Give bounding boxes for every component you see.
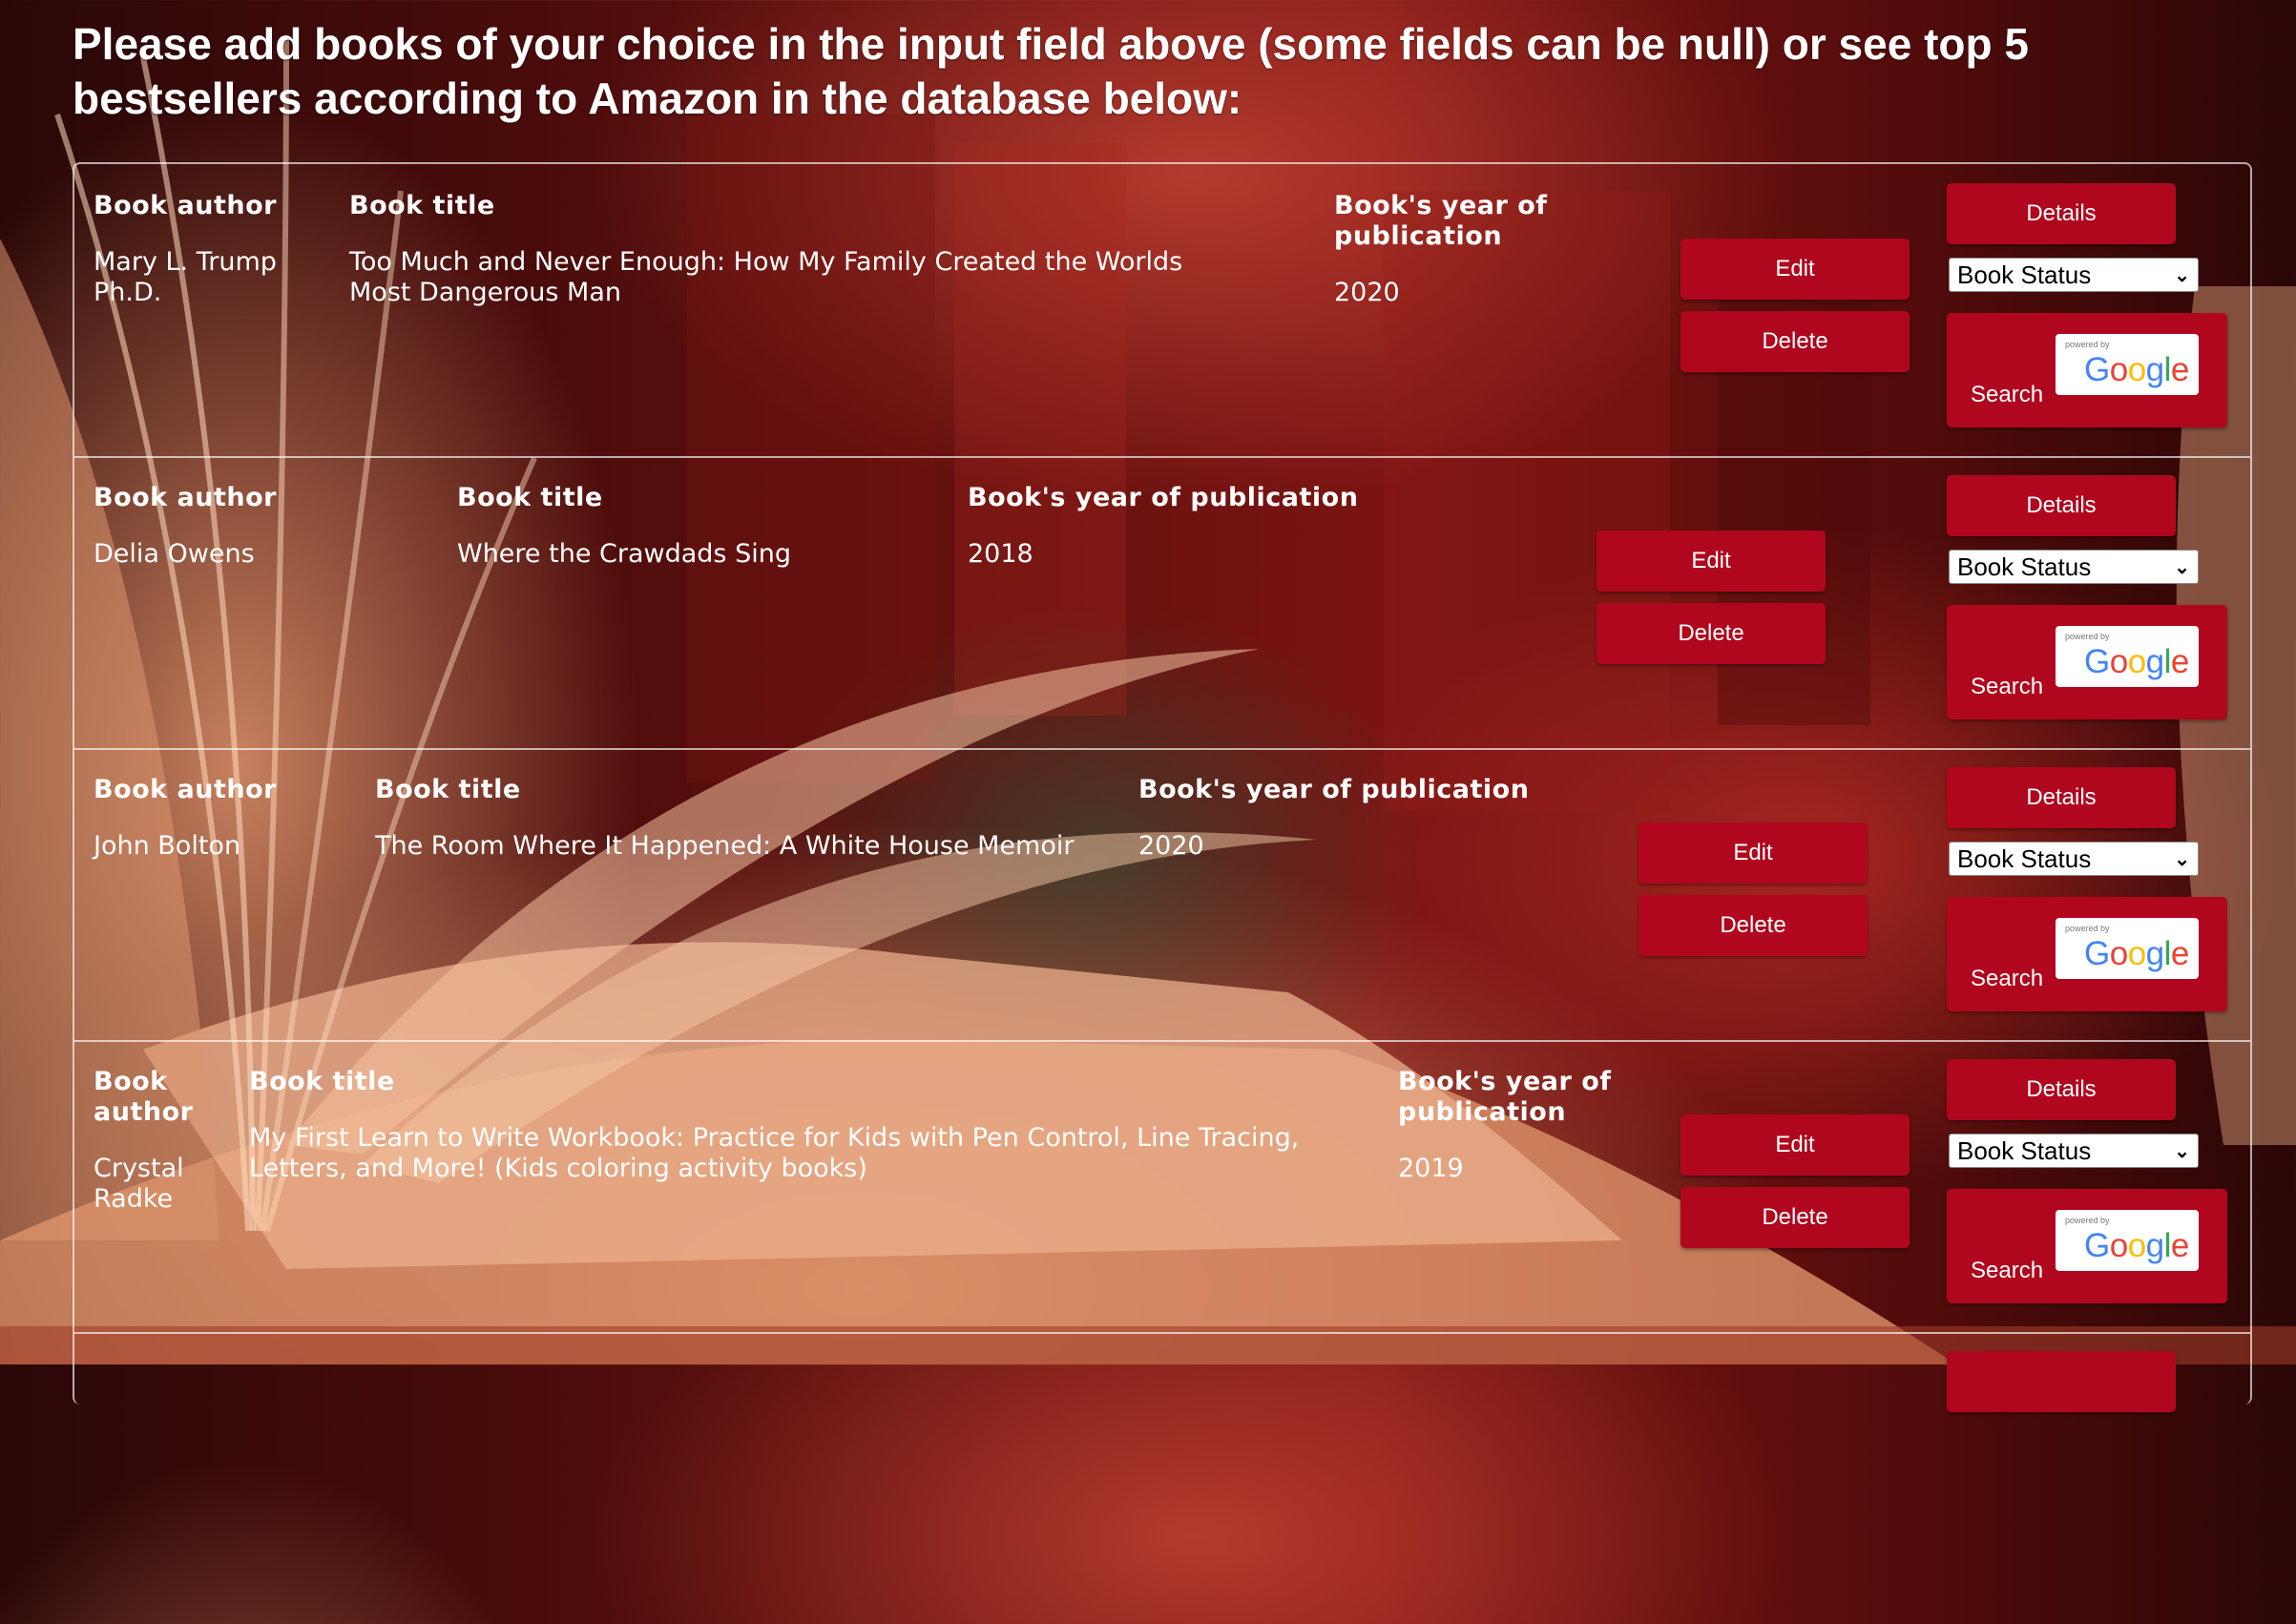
book-row: Book author Delia Owens Book title Where… [74,456,2250,750]
book-status-select[interactable]: Book Status ⌄ [1949,1134,2199,1168]
title-value: Too Much and Never Enough: How My Family… [349,247,1183,307]
book-row [74,1332,2250,1624]
powered-by-label: powered by [2065,1216,2110,1225]
title-value: My First Learn to Write Workbook: Practi… [249,1123,1300,1183]
author-header: Book author [94,1067,194,1127]
title-header: Book title [349,191,495,220]
delete-button[interactable]: Delete [1639,895,1868,956]
author-cell: Book author John Bolton [94,775,361,862]
google-logo-icon: powered by Google [2056,1210,2199,1271]
google-logo-icon: powered by Google [2056,334,2199,395]
author-cell: Book author Crystal Radke [94,1067,194,1215]
book-status-select[interactable]: Book Status ⌄ [1949,842,2199,876]
title-cell: Book title My First Learn to Write Workb… [249,1067,1337,1184]
book-status-value: Book Status [1957,260,2092,289]
delete-button[interactable]: Delete [1680,1187,1910,1248]
details-button[interactable]: Details [1947,183,2176,244]
title-value: The Room Where It Happened: A White Hous… [375,831,1075,861]
powered-by-label: powered by [2065,632,2110,641]
year-cell: Book's year of publication 2020 [1334,191,1563,308]
book-table: Book author Mary L. Trump Ph.D. Book tit… [73,162,2252,1412]
year-header: Book's year of publication [1334,191,1548,251]
delete-button[interactable]: Delete [1597,603,1826,664]
edit-button[interactable]: Edit [1680,239,1910,300]
google-wordmark: Google [2084,643,2189,680]
google-search-button[interactable]: Search powered by Google [1947,605,2227,719]
author-header: Book author [94,191,277,220]
google-search-button[interactable]: Search powered by Google [1947,1189,2227,1303]
book-row: Book author Crystal Radke Book title My … [74,1040,2250,1334]
author-header: Book author [94,483,277,512]
google-wordmark: Google [2084,1227,2189,1264]
details-button[interactable] [1947,1351,2176,1412]
chevron-down-icon: ⌄ [2174,556,2190,578]
book-status-value: Book Status [1957,1135,2092,1165]
search-label: Search [1971,674,2044,699]
google-logo-icon: powered by Google [2056,626,2199,687]
edit-button[interactable]: Edit [1639,822,1868,884]
edit-button[interactable]: Edit [1597,531,1826,592]
details-button[interactable]: Details [1947,1059,2176,1120]
google-search-button[interactable]: Search powered by Google [1947,313,2227,427]
search-label: Search [1971,382,2044,407]
year-header: Book's year of publication [968,483,1359,512]
book-status-value: Book Status [1957,843,2092,873]
book-status-select[interactable]: Book Status ⌄ [1949,258,2199,292]
title-header: Book title [249,1067,395,1096]
author-cell: Book author Delia Owens [94,483,380,570]
year-cell: Book's year of publication 2020 [1138,775,1597,862]
author-cell: Book author Mary L. Trump Ph.D. [94,191,284,308]
title-value: Where the Crawdads Sing [457,539,791,569]
edit-button[interactable]: Edit [1680,1114,1910,1176]
powered-by-label: powered by [2065,340,2110,349]
details-button[interactable]: Details [1947,475,2176,536]
google-logo-icon: powered by Google [2056,918,2199,979]
year-cell: Book's year of publication 2019 [1398,1067,1627,1184]
search-label: Search [1971,1258,2044,1283]
year-value: 2019 [1398,1154,1464,1183]
book-row: Book author John Bolton Book title The R… [74,748,2250,1042]
google-wordmark: Google [2084,935,2189,972]
google-search-button[interactable]: Search powered by Google [1947,897,2227,1011]
chevron-down-icon: ⌄ [2174,264,2190,286]
author-value: John Bolton [94,831,241,861]
google-wordmark: Google [2084,351,2189,388]
book-status-select[interactable]: Book Status ⌄ [1949,550,2199,584]
powered-by-label: powered by [2065,924,2110,933]
year-value: 2020 [1138,831,1204,861]
author-value: Crystal Radke [94,1154,184,1214]
details-button[interactable]: Details [1947,767,2176,828]
year-value: 2018 [968,539,1033,569]
search-label: Search [1971,966,2044,991]
book-row: Book author Mary L. Trump Ph.D. Book tit… [74,164,2250,458]
year-value: 2020 [1334,278,1400,307]
book-status-value: Book Status [1957,552,2092,581]
year-header: Book's year of publication [1138,775,1530,804]
year-header: Book's year of publication [1398,1067,1612,1127]
intro-heading: Please add books of your choice in the i… [73,19,2029,123]
year-cell: Book's year of publication 2018 [968,483,1426,570]
author-value: Delia Owens [94,539,255,569]
title-cell: Book title Where the Crawdads Sing [457,483,934,570]
chevron-down-icon: ⌄ [2174,1140,2190,1162]
author-header: Book author [94,775,277,804]
title-cell: Book title Too Much and Never Enough: Ho… [349,191,1208,308]
title-header: Book title [457,483,603,512]
author-value: Mary L. Trump Ph.D. [94,247,277,307]
title-cell: Book title The Room Where It Happened: A… [375,775,1100,862]
title-header: Book title [375,775,521,804]
chevron-down-icon: ⌄ [2174,848,2190,870]
delete-button[interactable]: Delete [1680,311,1910,372]
